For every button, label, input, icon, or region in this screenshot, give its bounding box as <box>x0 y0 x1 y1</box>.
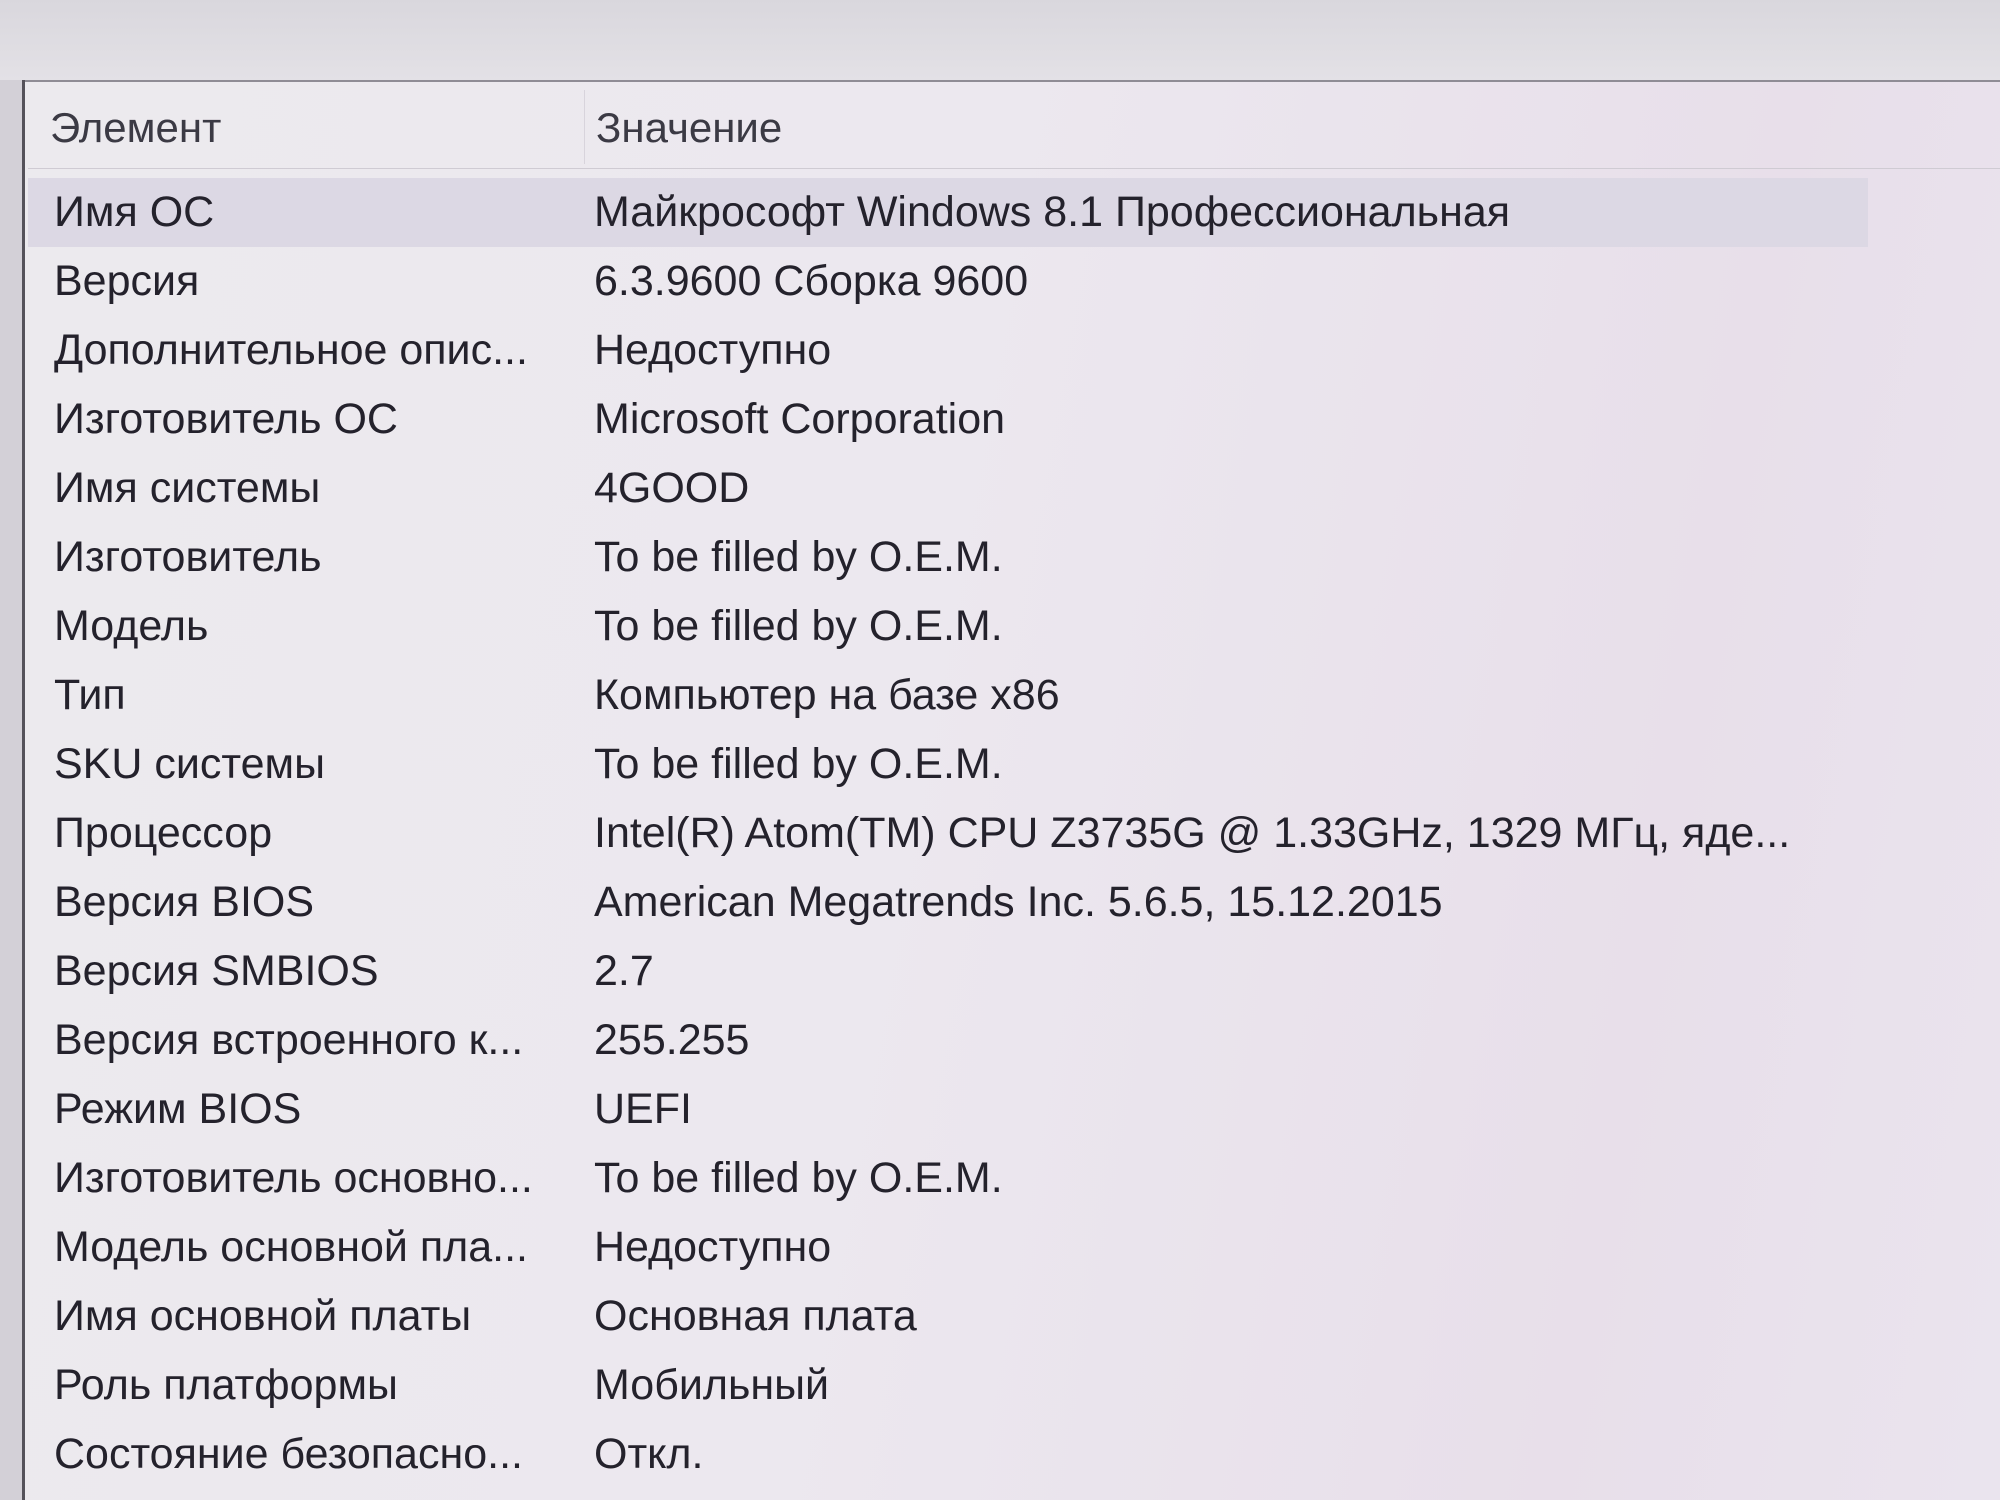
row-element-name: Имя ОС <box>54 188 215 236</box>
list-rows: Имя ОС Майкрософт Windows 8.1 Профессиона… <box>28 178 2000 1489</box>
row-value: Недоступно <box>594 1223 832 1271</box>
row-element-name: Роль платформы <box>54 1361 398 1409</box>
column-header-element[interactable]: Элемент <box>50 104 221 152</box>
row-element-name: Изготовитель основно... <box>54 1154 533 1202</box>
list-row[interactable]: Модель основной пла... Недоступно <box>28 1213 1868 1282</box>
list-header: Элемент Значение <box>28 86 2000 169</box>
list-row[interactable]: Тип Компьютер на базе x86 <box>28 661 1868 730</box>
list-row[interactable]: Имя основной платы Основная плата <box>28 1282 1868 1351</box>
row-value: 255.255 <box>594 1016 750 1064</box>
list-row[interactable]: Версия BIOS American Megatrends Inc. 5.6.… <box>28 868 1868 937</box>
row-element-name: Версия <box>54 257 200 305</box>
row-element-name: Имя системы <box>54 464 321 512</box>
row-value: 2.7 <box>594 947 654 995</box>
row-element-name: Изготовитель <box>54 533 322 581</box>
row-value: To be filled by O.E.M. <box>594 1154 1003 1202</box>
row-element-name: Версия SMBIOS <box>54 947 379 995</box>
row-value: To be filled by O.E.M. <box>594 740 1003 788</box>
list-row[interactable]: Изготовитель ОС Microsoft Corporation <box>28 385 1868 454</box>
navigation-pane-edge <box>0 80 25 1500</box>
row-element-name: Процессор <box>54 809 273 857</box>
list-row[interactable]: Версия 6.3.9600 Сборка 9600 <box>28 247 1868 316</box>
row-element-name: SKU системы <box>54 740 325 788</box>
row-value: Откл. <box>594 1430 704 1478</box>
system-summary-list[interactable]: Элемент Значение Имя ОС Майкрософт Window… <box>28 86 2000 1500</box>
row-element-name: Версия встроенного к... <box>54 1016 524 1064</box>
row-value: Компьютер на базе x86 <box>594 671 1060 719</box>
row-element-name: Модель основной пла... <box>54 1223 528 1271</box>
row-element-name: Тип <box>54 671 126 719</box>
row-value: Мобильный <box>594 1361 830 1409</box>
row-value: Microsoft Corporation <box>594 395 1006 443</box>
list-row[interactable]: Состояние безопасно... Откл. <box>28 1420 1868 1489</box>
row-value: To be filled by O.E.M. <box>594 602 1003 650</box>
row-value: 4GOOD <box>594 464 750 512</box>
list-row[interactable]: SKU системы To be filled by O.E.M. <box>28 730 1868 799</box>
list-row[interactable]: Изготовитель основно... To be filled by O… <box>28 1144 1868 1213</box>
row-value: 6.3.9600 Сборка 9600 <box>594 257 1029 305</box>
row-element-name: Модель <box>54 602 209 650</box>
list-row[interactable]: Изготовитель To be filled by O.E.M. <box>28 523 1868 592</box>
list-row[interactable]: Имя ОС Майкрософт Windows 8.1 Профессиона… <box>28 178 1868 247</box>
row-element-name: Версия BIOS <box>54 878 315 926</box>
list-row[interactable]: Дополнительное опис... Недоступно <box>28 316 1868 385</box>
row-element-name: Дополнительное опис... <box>54 326 528 374</box>
list-row[interactable]: Процессор Intel(R) Atom(TM) CPU Z3735G @ … <box>28 799 1868 868</box>
row-value: Intel(R) Atom(TM) CPU Z3735G @ 1.33GHz, … <box>594 809 1791 857</box>
row-element-name: Изготовитель ОС <box>54 395 398 443</box>
system-information-window: Элемент Значение Имя ОС Майкрософт Window… <box>0 0 2000 1500</box>
list-row[interactable]: Версия SMBIOS 2.7 <box>28 937 1868 1006</box>
row-value: Основная плата <box>594 1292 917 1340</box>
window-top-frame <box>0 0 2000 82</box>
list-row[interactable]: Имя системы 4GOOD <box>28 454 1868 523</box>
row-value: Майкрософт Windows 8.1 Профессиональная <box>594 188 1511 236</box>
list-row[interactable]: Роль платформы Мобильный <box>28 1351 1868 1420</box>
row-element-name: Имя основной платы <box>54 1292 472 1340</box>
row-value: UEFI <box>594 1085 692 1133</box>
list-row[interactable]: Режим BIOS UEFI <box>28 1075 1868 1144</box>
row-value: To be filled by O.E.M. <box>594 533 1003 581</box>
column-header-value[interactable]: Значение <box>596 104 782 152</box>
list-row[interactable]: Модель To be filled by O.E.M. <box>28 592 1868 661</box>
column-divider[interactable] <box>584 90 585 164</box>
row-value: American Megatrends Inc. 5.6.5, 15.12.20… <box>594 878 1443 926</box>
list-row[interactable]: Версия встроенного к... 255.255 <box>28 1006 1868 1075</box>
row-element-name: Состояние безопасно... <box>54 1430 523 1478</box>
row-element-name: Режим BIOS <box>54 1085 302 1133</box>
row-value: Недоступно <box>594 326 832 374</box>
